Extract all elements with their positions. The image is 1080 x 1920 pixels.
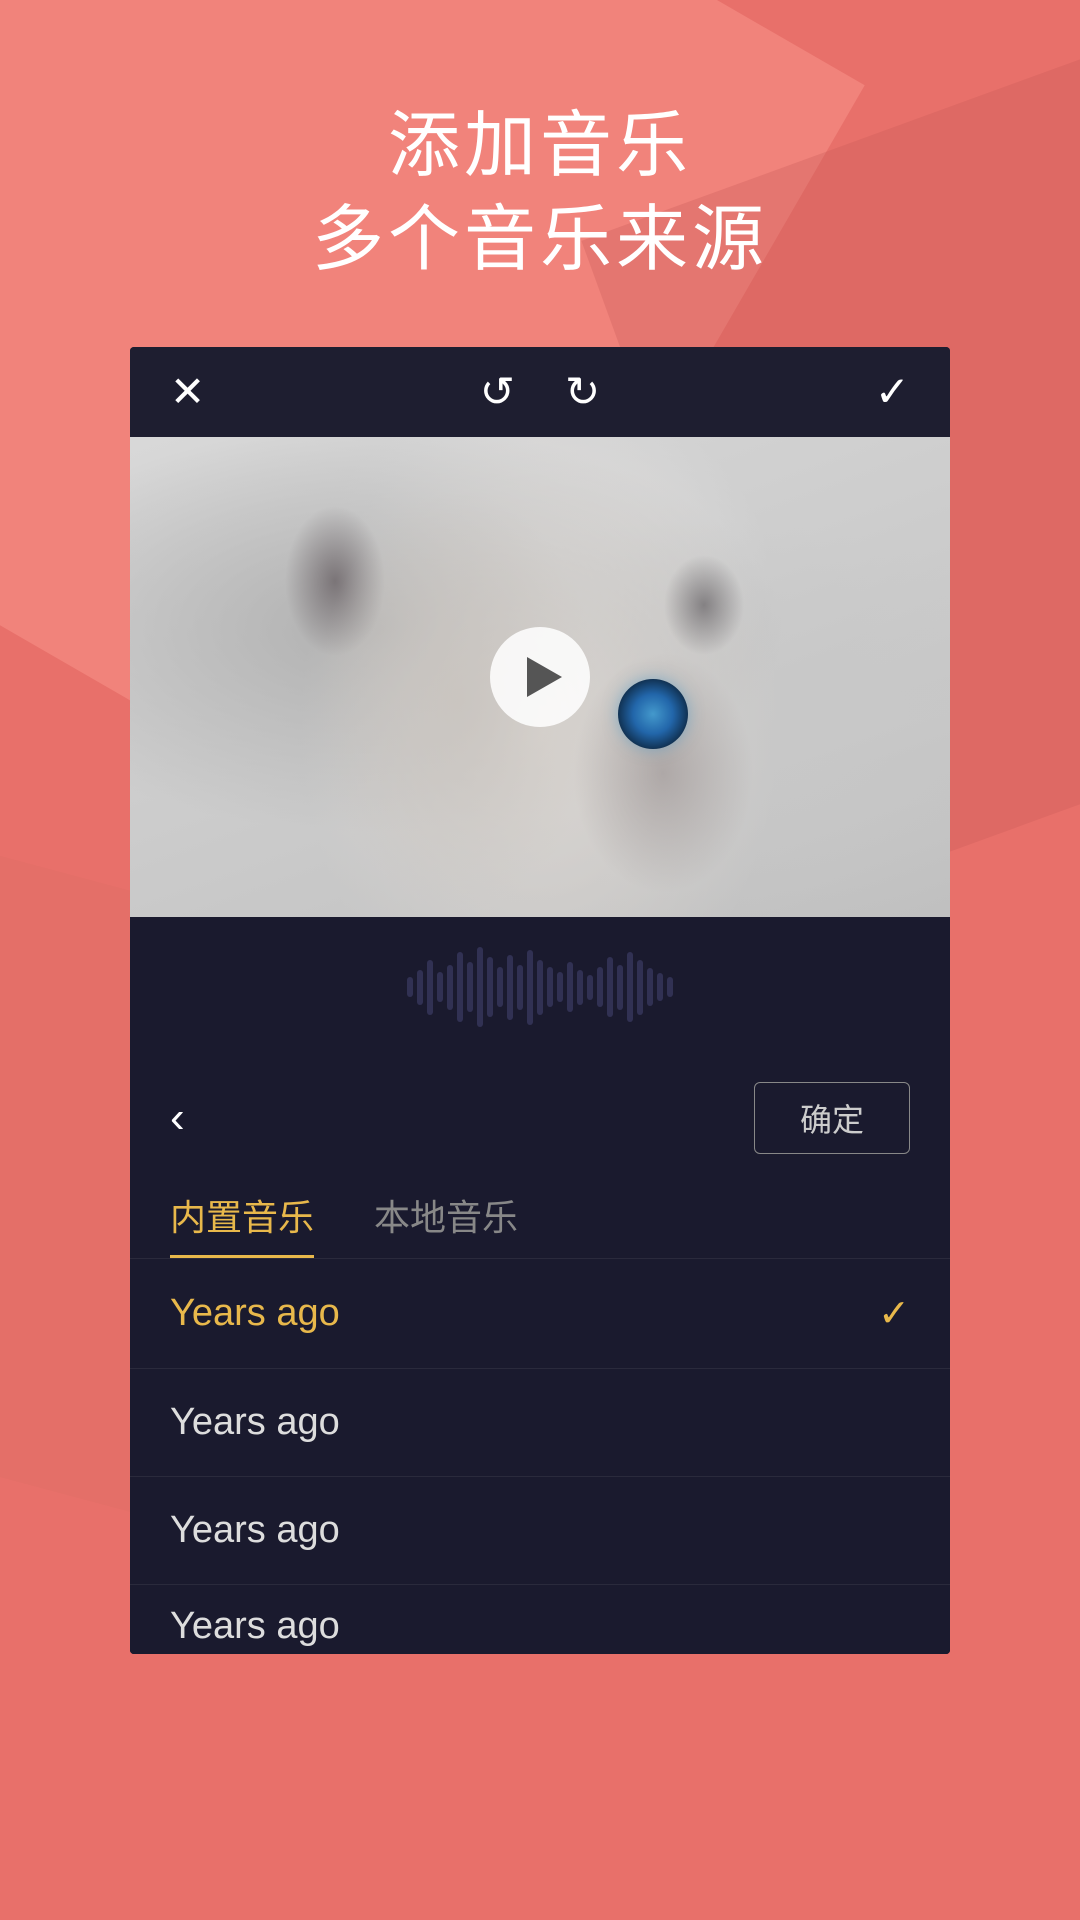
waveform-bar — [407, 977, 413, 997]
song-list: Years ago ✓ Years ago Years ago Years ag… — [130, 1258, 950, 1654]
waveform-bar — [447, 965, 453, 1010]
toolbar-center-actions: ↺ ↻ — [480, 371, 600, 413]
music-tabs: 内置音乐 本地音乐 — [130, 1179, 950, 1258]
waveform-bar — [497, 967, 503, 1007]
song-name-2: Years ago — [170, 1401, 340, 1444]
check-icon-1: ✓ — [878, 1291, 910, 1336]
toolbar: ✕ ↺ ↻ ✓ — [130, 347, 950, 437]
video-preview — [130, 437, 950, 917]
waveform-bar — [437, 972, 443, 1002]
tab-local-music[interactable]: 本地音乐 — [374, 1189, 518, 1258]
bottom-panel: ‹ 确定 内置音乐 本地音乐 Years ago ✓ Years ago Yea… — [130, 917, 950, 1654]
waveform-area — [130, 917, 950, 1057]
back-button[interactable]: ‹ — [170, 1093, 185, 1143]
confirm-button[interactable]: 确定 — [754, 1082, 910, 1154]
waveform-bar — [487, 957, 493, 1017]
undo-button[interactable]: ↺ — [480, 371, 515, 413]
done-button[interactable]: ✓ — [875, 371, 910, 413]
close-button[interactable]: ✕ — [170, 371, 205, 413]
waveform-bar — [617, 965, 623, 1010]
waveform-bar — [507, 955, 513, 1020]
song-item-2[interactable]: Years ago — [130, 1368, 950, 1476]
title-area: 添加音乐 多个音乐来源 — [0, 0, 1080, 347]
waveform-bar — [527, 950, 533, 1025]
waveform-bar — [537, 960, 543, 1015]
waveform-bar — [577, 970, 583, 1005]
waveform-bar — [667, 977, 673, 997]
waveform-bar — [607, 957, 613, 1017]
waveform-bar — [477, 947, 483, 1027]
waveform-bar — [647, 968, 653, 1006]
waveform-bar — [627, 952, 633, 1022]
song-name-4: Years ago — [170, 1605, 340, 1647]
title-line-1: 添加音乐 — [0, 100, 1080, 194]
title-line-2: 多个音乐来源 — [0, 194, 1080, 288]
waveform-bars — [407, 947, 673, 1027]
song-name-3: Years ago — [170, 1509, 340, 1552]
music-controls-row: ‹ 确定 — [130, 1057, 950, 1179]
waveform-bar — [457, 952, 463, 1022]
main-card: ✕ ↺ ↻ ✓ — [130, 347, 950, 1654]
waveform-bar — [417, 970, 423, 1005]
play-button[interactable] — [490, 627, 590, 727]
song-item-3[interactable]: Years ago — [130, 1476, 950, 1584]
waveform-bar — [587, 975, 593, 1000]
tab-builtin-music[interactable]: 内置音乐 — [170, 1189, 314, 1258]
waveform-bar — [517, 965, 523, 1010]
waveform-bar — [427, 960, 433, 1015]
redo-button[interactable]: ↻ — [565, 371, 600, 413]
waveform-bar — [467, 962, 473, 1012]
song-item-4[interactable]: Years ago — [130, 1584, 950, 1654]
waveform-bar — [597, 967, 603, 1007]
waveform-bar — [657, 973, 663, 1001]
play-triangle-icon — [527, 657, 562, 697]
song-name-1: Years ago — [170, 1292, 340, 1335]
waveform-bar — [567, 962, 573, 1012]
waveform-bar — [557, 972, 563, 1002]
waveform-bar — [547, 967, 553, 1007]
song-item-1[interactable]: Years ago ✓ — [130, 1258, 950, 1368]
waveform-bar — [637, 960, 643, 1015]
